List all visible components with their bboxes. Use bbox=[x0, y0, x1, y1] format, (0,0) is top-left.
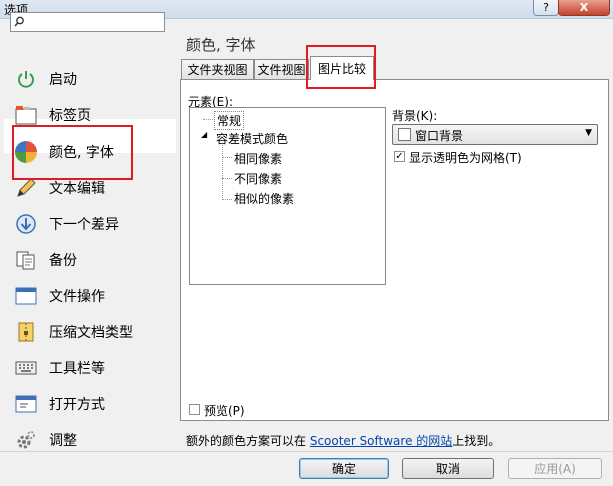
tree-item-general[interactable]: 常规 bbox=[214, 111, 245, 130]
sidebar-item-label: 标签页 bbox=[49, 108, 91, 124]
gear-icon bbox=[14, 428, 38, 452]
sidebar-item-open-with[interactable]: 打开方式 bbox=[14, 389, 174, 419]
sidebar-item-backup[interactable]: 备份 bbox=[14, 245, 174, 275]
tabs-icon bbox=[14, 103, 38, 127]
sidebar-item-label: 文件操作 bbox=[49, 289, 105, 305]
grid-checkbox[interactable]: ✓ bbox=[394, 151, 405, 162]
sidebar-item-archive-types[interactable]: 压缩文档类型 bbox=[14, 317, 174, 347]
close-icon: X bbox=[579, 1, 589, 14]
search-input[interactable] bbox=[27, 14, 161, 30]
search-box[interactable] bbox=[10, 12, 165, 32]
sidebar-item-next-diff[interactable]: 下一个差异 bbox=[14, 209, 174, 239]
keyboard-icon bbox=[14, 356, 38, 380]
tree-item-tolerance[interactable]: 容差模式颜色 bbox=[216, 130, 288, 147]
close-button[interactable]: X bbox=[558, 0, 610, 16]
divider bbox=[0, 451, 613, 452]
preview-checkbox[interactable] bbox=[189, 404, 200, 415]
sidebar-item-label: 调整 bbox=[49, 433, 77, 449]
scooter-website-link[interactable]: Scooter Software 的网站 bbox=[310, 434, 452, 448]
checkmark-icon: ✓ bbox=[395, 150, 404, 162]
tree-expand-icon[interactable]: ◢ bbox=[201, 130, 207, 139]
sidebar-item-label: 文本编辑 bbox=[49, 181, 105, 197]
ok-button[interactable]: 确定 bbox=[299, 458, 389, 479]
open-with-icon bbox=[14, 392, 38, 416]
footer-note: 额外的颜色方案可以在 Scooter Software 的网站上找到。 bbox=[186, 432, 500, 449]
power-icon bbox=[14, 67, 38, 91]
page-title: 颜色, 字体 bbox=[186, 36, 256, 54]
dropdown-arrow-icon: ▼ bbox=[585, 128, 592, 138]
arrow-down-circle-icon bbox=[14, 212, 38, 236]
footer-text-after: 上找到。 bbox=[452, 434, 501, 448]
color-swatch bbox=[398, 128, 411, 141]
tree-item-same-pixels[interactable]: 相同像素 bbox=[234, 150, 282, 167]
highlight-box-nav bbox=[12, 125, 133, 180]
sidebar-item-startup[interactable]: 启动 bbox=[14, 64, 174, 94]
window-icon bbox=[14, 284, 38, 308]
background-select[interactable]: 窗口背景 ▼ bbox=[392, 124, 598, 145]
help-icon: ? bbox=[543, 1, 549, 14]
background-value: 窗口背景 bbox=[415, 129, 464, 143]
sidebar-item-label: 压缩文档类型 bbox=[49, 325, 133, 341]
sidebar-item-toolbars[interactable]: 工具栏等 bbox=[14, 353, 174, 383]
sidebar-item-label: 启动 bbox=[49, 72, 77, 88]
sidebar-item-label: 备份 bbox=[49, 253, 77, 269]
archive-icon bbox=[14, 320, 38, 344]
sidebar-item-label: 打开方式 bbox=[49, 397, 105, 413]
elements-tree[interactable]: 常规 ◢ 容差模式颜色 相同像素 不同像素 相似的像素 bbox=[189, 107, 386, 285]
grid-checkbox-label[interactable]: 显示透明色为网格(T) bbox=[409, 149, 522, 166]
sidebar-item-file-ops[interactable]: 文件操作 bbox=[14, 281, 174, 311]
background-label: 背景(K): bbox=[392, 109, 438, 123]
cancel-button[interactable]: 取消 bbox=[402, 458, 494, 479]
highlight-box-tab bbox=[306, 45, 376, 89]
sidebar-item-label: 下一个差异 bbox=[49, 217, 119, 233]
tab-file-view[interactable]: 文件视图 bbox=[254, 59, 309, 79]
help-button[interactable]: ? bbox=[533, 0, 559, 16]
search-icon bbox=[14, 16, 24, 27]
sidebar-item-label: 工具栏等 bbox=[49, 361, 105, 377]
tree-item-different-pixels[interactable]: 不同像素 bbox=[234, 170, 282, 187]
apply-button[interactable]: 应用(A) bbox=[508, 458, 602, 479]
preview-checkbox-label[interactable]: 预览(P) bbox=[204, 402, 245, 419]
tree-item-similar-pixels[interactable]: 相似的像素 bbox=[234, 190, 294, 207]
backup-icon bbox=[14, 248, 38, 272]
footer-text-before: 额外的颜色方案可以在 bbox=[186, 434, 310, 448]
tab-folder-view[interactable]: 文件夹视图 bbox=[181, 59, 254, 79]
